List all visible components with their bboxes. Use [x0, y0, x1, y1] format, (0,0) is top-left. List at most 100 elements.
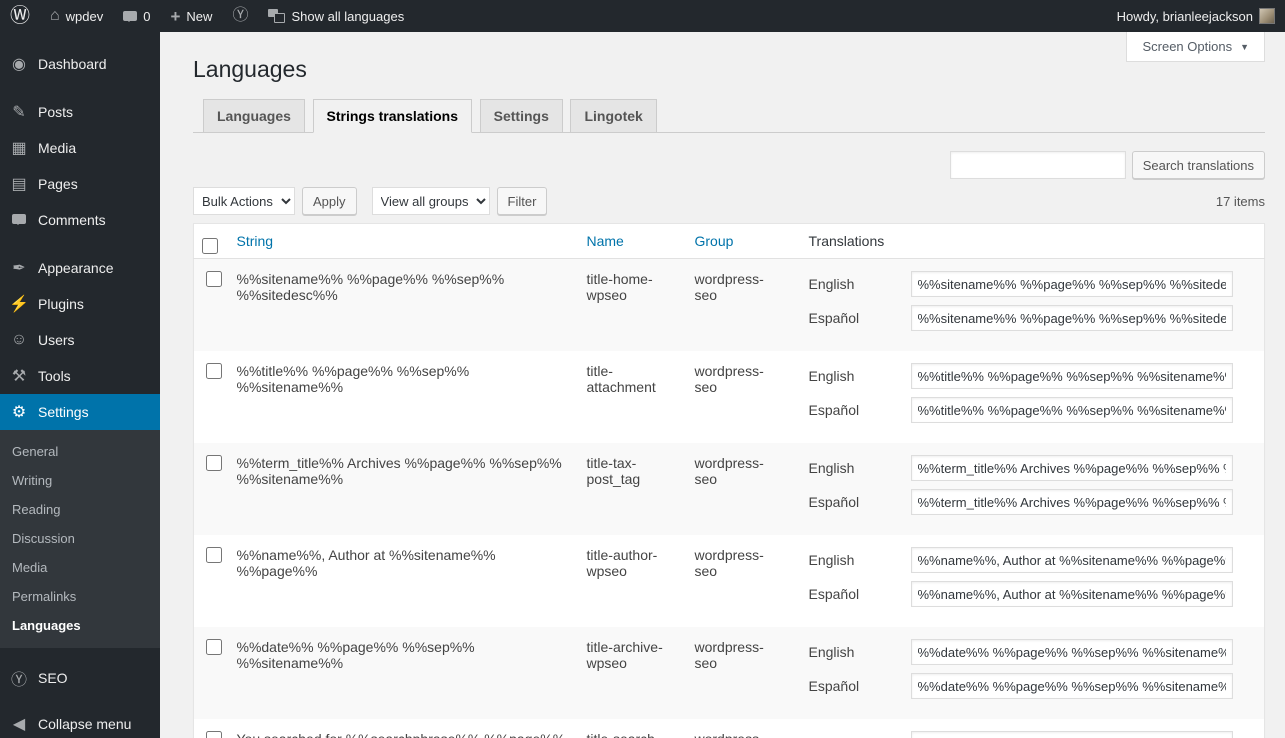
translation-language-label: Español: [809, 494, 911, 510]
submenu-item-writing[interactable]: Writing: [0, 466, 160, 495]
strings-translations-table: String Name Group Translations %%sitenam…: [193, 223, 1265, 738]
name-cell: title-home-wpseo: [577, 259, 685, 352]
table-row: %%term_title%% Archives %%page%% %%sep%%…: [194, 443, 1265, 535]
site-name-menu[interactable]: ⌂ wpdev: [40, 0, 113, 32]
admin-sidebar: ◉ Dashboard ✎ Posts ▦ Media ▤ Pages Comm…: [0, 32, 160, 738]
submenu-item-languages[interactable]: Languages: [0, 611, 160, 640]
name-cell: title-tax-post_tag: [577, 443, 685, 535]
tools-icon: ⚒: [9, 366, 29, 386]
tab-lingotek[interactable]: Lingotek: [570, 99, 656, 133]
sidebar-item-label: Settings: [38, 404, 89, 420]
translation-input-english[interactable]: [911, 639, 1233, 665]
string-cell: %%date%% %%page%% %%sep%% %%sitename%%: [227, 627, 577, 719]
translation-language-label: English: [809, 644, 911, 660]
settings-icon: ⚙: [9, 402, 29, 422]
page-title: Languages: [193, 32, 1265, 83]
translation-input-espanol[interactable]: [911, 489, 1233, 515]
new-content-menu[interactable]: + New: [160, 0, 222, 32]
account-menu[interactable]: Howdy, brianleejackson: [1107, 0, 1285, 32]
sidebar-item-comments[interactable]: Comments: [0, 202, 160, 238]
column-header-translations: Translations: [789, 224, 1265, 259]
admin-bar: Ⓦ ⌂ wpdev 0 + New Ⓨ Show all languages H…: [0, 0, 1285, 32]
plus-icon: +: [170, 8, 180, 25]
wp-logo-menu[interactable]: Ⓦ: [0, 0, 40, 32]
translation-input-espanol[interactable]: [911, 581, 1233, 607]
translation-input-english[interactable]: [911, 363, 1233, 389]
submenu-item-permalinks[interactable]: Permalinks: [0, 582, 160, 611]
search-translations-button[interactable]: Search translations: [1132, 151, 1265, 179]
sidebar-item-label: Media: [38, 140, 76, 156]
row-checkbox[interactable]: [206, 731, 222, 738]
sidebar-item-posts[interactable]: ✎ Posts: [0, 94, 160, 130]
tab-settings[interactable]: Settings: [480, 99, 563, 133]
posts-icon: ✎: [9, 102, 29, 122]
comments-icon: [9, 211, 29, 229]
translation-input-espanol[interactable]: [911, 305, 1233, 331]
collapse-arrow-icon: ◀: [9, 714, 29, 734]
translation-input-espanol[interactable]: [911, 397, 1233, 423]
search-input[interactable]: [950, 151, 1126, 179]
comments-menu[interactable]: 0: [113, 0, 160, 32]
filter-button[interactable]: Filter: [497, 187, 548, 215]
sidebar-item-pages[interactable]: ▤ Pages: [0, 166, 160, 202]
translations-cell: English Español: [789, 351, 1265, 443]
tab-bar: Languages Strings translations Settings …: [193, 99, 1265, 133]
sidebar-item-appearance[interactable]: ✒ Appearance: [0, 250, 160, 286]
tab-languages[interactable]: Languages: [203, 99, 305, 133]
translation-input-english[interactable]: [911, 731, 1233, 738]
screen-options-button[interactable]: Screen Options ▼: [1126, 32, 1265, 62]
name-cell: title-attachment: [577, 351, 685, 443]
submenu-item-discussion[interactable]: Discussion: [0, 524, 160, 553]
bulk-actions-select[interactable]: Bulk Actions: [193, 187, 295, 215]
apply-button[interactable]: Apply: [302, 187, 357, 215]
string-cell: %%term_title%% Archives %%page%% %%sep%%…: [227, 443, 577, 535]
sidebar-item-label: Plugins: [38, 296, 84, 312]
translations-cell: English Español: [789, 259, 1265, 352]
translation-language-label: English: [809, 460, 911, 476]
row-checkbox[interactable]: [206, 455, 222, 471]
group-filter-select[interactable]: View all groups: [372, 187, 490, 215]
yoast-seo-icon: Ⓨ: [232, 8, 248, 24]
table-row: %%name%%, Author at %%sitename%% %%page%…: [194, 535, 1265, 627]
column-header-name[interactable]: Name: [577, 224, 685, 259]
howdy-label: Howdy, brianleejackson: [1117, 9, 1253, 24]
menu-separator: [0, 648, 160, 660]
submenu-item-media[interactable]: Media: [0, 553, 160, 582]
translation-language-label: English: [809, 368, 911, 384]
translation-language-label: English: [809, 276, 911, 292]
chevron-down-icon: ▼: [1240, 42, 1249, 52]
sidebar-item-label: Pages: [38, 176, 78, 192]
sidebar-item-plugins[interactable]: ⚡ Plugins: [0, 286, 160, 322]
sidebar-item-label: Dashboard: [38, 56, 107, 72]
group-cell: wordpress-seo: [685, 259, 789, 352]
group-cell: wordpress-seo: [685, 719, 789, 738]
translation-input-english[interactable]: [911, 547, 1233, 573]
submenu-item-reading[interactable]: Reading: [0, 495, 160, 524]
sidebar-item-tools[interactable]: ⚒ Tools: [0, 358, 160, 394]
translations-cell: English Español: [789, 535, 1265, 627]
submenu-item-general[interactable]: General: [0, 437, 160, 466]
collapse-menu-button[interactable]: ◀ Collapse menu: [0, 706, 160, 738]
sidebar-item-settings[interactable]: ⚙ Settings: [0, 394, 160, 430]
translation-input-espanol[interactable]: [911, 673, 1233, 699]
row-checkbox[interactable]: [206, 363, 222, 379]
translation-input-english[interactable]: [911, 271, 1233, 297]
column-header-group[interactable]: Group: [685, 224, 789, 259]
sidebar-item-label: Comments: [38, 212, 106, 228]
sidebar-item-media[interactable]: ▦ Media: [0, 130, 160, 166]
select-all-checkbox[interactable]: [202, 238, 218, 254]
sidebar-item-dashboard[interactable]: ◉ Dashboard: [0, 46, 160, 82]
row-checkbox[interactable]: [206, 271, 222, 287]
tab-strings-translations[interactable]: Strings translations: [313, 99, 472, 133]
sidebar-item-users[interactable]: ☺ Users: [0, 322, 160, 358]
row-checkbox[interactable]: [206, 547, 222, 563]
language-switcher-menu[interactable]: Show all languages: [258, 0, 414, 32]
sidebar-item-seo[interactable]: Ⓨ SEO: [0, 660, 160, 696]
group-cell: wordpress-seo: [685, 627, 789, 719]
row-checkbox[interactable]: [206, 639, 222, 655]
translation-language-label: Español: [809, 678, 911, 694]
yoast-seo-menu[interactable]: Ⓨ: [222, 0, 258, 32]
group-cell: wordpress-seo: [685, 351, 789, 443]
translation-input-english[interactable]: [911, 455, 1233, 481]
column-header-string[interactable]: String: [227, 224, 577, 259]
